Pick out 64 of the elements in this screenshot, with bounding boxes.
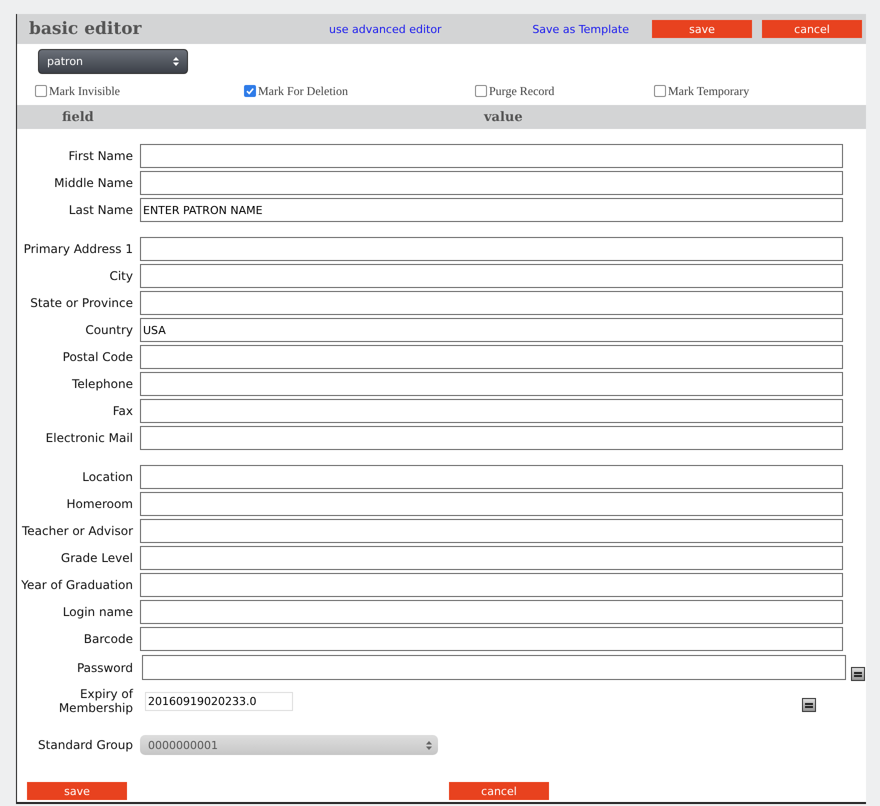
field-label: Fax xyxy=(112,404,133,418)
menu-icon[interactable] xyxy=(802,698,816,712)
input-field[interactable] xyxy=(140,345,843,369)
field-label: Last Name xyxy=(68,203,133,217)
field-label: Grade Level xyxy=(60,551,133,565)
column-header: field xyxy=(62,110,95,124)
field-label: Location xyxy=(81,470,133,484)
input-field[interactable] xyxy=(140,573,843,597)
input-field[interactable] xyxy=(140,492,843,516)
checkbox[interactable] xyxy=(35,85,47,97)
input-field[interactable] xyxy=(140,291,843,315)
checkbox-label: Mark For Deletion xyxy=(258,84,348,98)
field-label: State or Province xyxy=(29,296,133,310)
input-field[interactable] xyxy=(140,399,843,423)
field-label: Teacher or Advisor xyxy=(20,524,133,538)
input-field[interactable] xyxy=(140,264,843,288)
checkbox[interactable] xyxy=(475,85,487,97)
save-template-link[interactable]: Save as Template xyxy=(532,22,629,36)
input-field[interactable] xyxy=(140,627,843,651)
dropdown-arrows-icon xyxy=(426,740,432,750)
field-label: Postal Code xyxy=(62,350,133,364)
input-field[interactable] xyxy=(140,426,843,450)
advanced-editor-link[interactable]: use advanced editor xyxy=(329,22,442,36)
editor-title: basic editor xyxy=(29,19,143,39)
input-field[interactable] xyxy=(140,144,843,168)
input-field[interactable] xyxy=(140,546,843,570)
save-button[interactable]: save xyxy=(27,782,127,800)
input-field[interactable] xyxy=(140,600,843,624)
field-label: Year of Graduation xyxy=(20,578,133,592)
password-field[interactable] xyxy=(142,655,846,680)
checkbox[interactable] xyxy=(244,85,256,97)
cancel-button[interactable]: cancel xyxy=(449,782,549,800)
field-label: First Name xyxy=(68,149,133,163)
date-field[interactable]: 20160919020233.0 xyxy=(145,692,293,710)
field-label: Standard Group xyxy=(37,738,133,752)
group-dropdown[interactable]: 0000000001 xyxy=(140,735,438,755)
field-label: Password xyxy=(76,660,133,674)
menu-icon[interactable] xyxy=(851,667,865,681)
field-label: Barcode xyxy=(82,632,133,646)
input-field[interactable] xyxy=(140,372,843,396)
checkbox-label: Mark Invisible xyxy=(49,84,120,98)
input-field[interactable] xyxy=(140,171,843,195)
dropdown-arrows-icon xyxy=(173,57,179,66)
save-button[interactable]: save xyxy=(652,20,752,38)
field-label: Telephone xyxy=(71,377,133,391)
field-label: Expiry of Membership xyxy=(58,687,133,715)
input-field[interactable] xyxy=(140,519,843,543)
field-label: Homeroom xyxy=(66,497,133,511)
field-label: Middle Name xyxy=(53,176,133,190)
input-field[interactable]: USA xyxy=(140,318,843,342)
input-field[interactable] xyxy=(140,237,843,261)
input-field[interactable]: ENTER PATRON NAME xyxy=(140,198,843,222)
cancel-button[interactable]: cancel xyxy=(762,20,862,38)
input-field[interactable] xyxy=(140,465,843,489)
field-label: City xyxy=(108,269,133,283)
field-label: Electronic Mail xyxy=(44,431,133,445)
checkbox[interactable] xyxy=(654,85,666,97)
field-label: Login name xyxy=(62,605,133,619)
checkbox-label: Mark Temporary xyxy=(668,84,750,98)
field-label: Primary Address 1 xyxy=(22,242,133,256)
column-header: value xyxy=(484,110,523,124)
record-type-dropdown[interactable]: patron xyxy=(38,49,188,74)
checkbox-label: Purge Record xyxy=(489,84,554,98)
field-label: Country xyxy=(84,323,133,337)
